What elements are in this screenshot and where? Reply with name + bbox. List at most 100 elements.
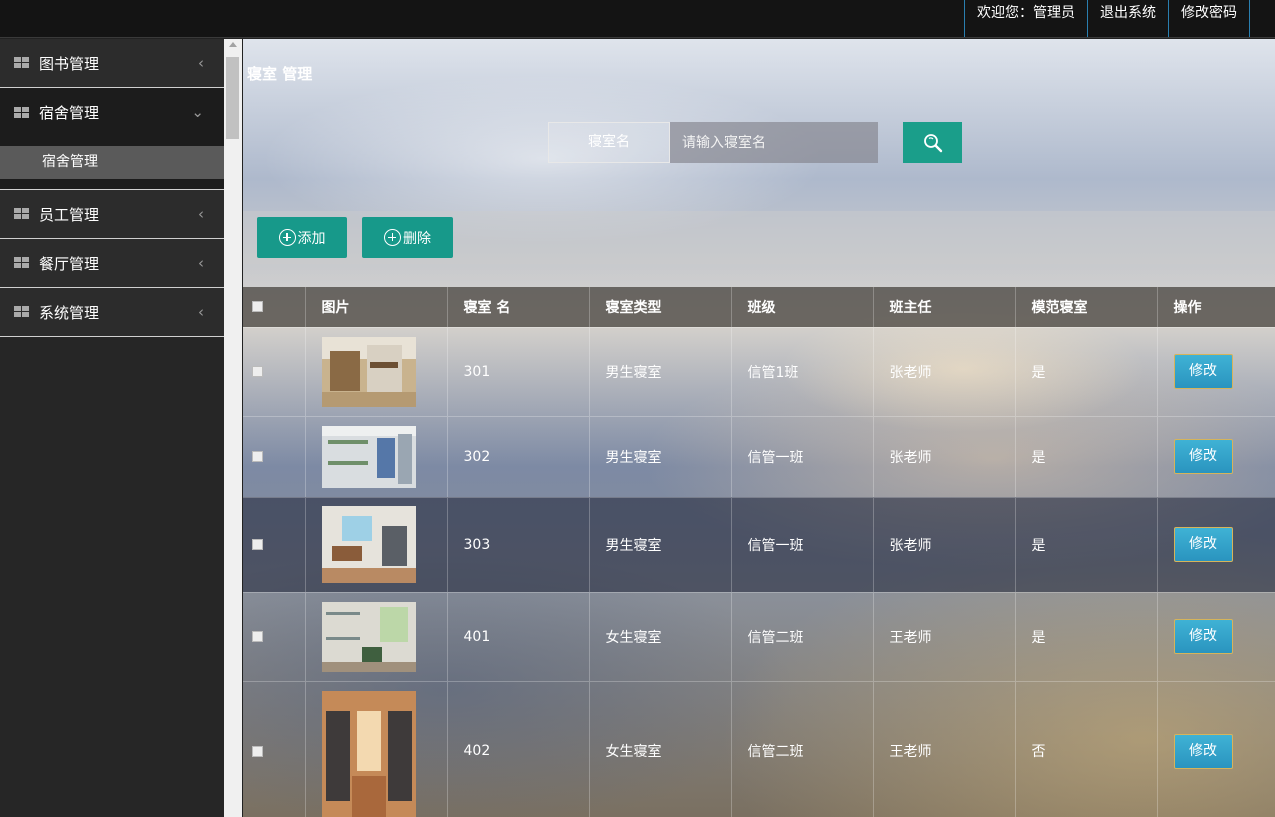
dorm-class: 信管一班: [730, 415, 873, 497]
dorm-model: 是: [1014, 591, 1157, 681]
dorm-model: 否: [1014, 680, 1157, 817]
dorm-class: 信管1班: [730, 326, 873, 416]
sidebar-item-label: 图书管理: [39, 54, 100, 73]
row-checkbox[interactable]: [252, 631, 263, 642]
sidebar: 图书管理 ‹ 宿舍管理 ⌄ 宿舍管理 员工管理 ‹ 餐厅管理 ‹ 系统管理 ‹: [0, 39, 224, 817]
dorm-class: 信管一班: [730, 496, 873, 592]
dorm-photo: [321, 336, 416, 407]
vertical-scrollbar[interactable]: [224, 39, 242, 817]
plus-circle-icon: [278, 229, 296, 246]
row-checkbox[interactable]: [252, 451, 263, 462]
dorm-type: 男生寝室: [588, 496, 731, 592]
edit-button[interactable]: 修改: [1173, 527, 1233, 562]
chevron-left-icon: ‹: [198, 254, 204, 272]
dorm-model: 是: [1014, 496, 1157, 592]
sidebar-item-staff[interactable]: 员工管理 ‹: [0, 190, 224, 239]
search-button[interactable]: [903, 122, 962, 163]
grid-icon: [14, 106, 29, 119]
dorm-teacher: 王老师: [872, 591, 1015, 681]
column-header-model: 模范寝室: [1014, 287, 1157, 327]
dorm-type: 男生寝室: [588, 415, 731, 497]
action-toolbar: 添加 删除: [243, 211, 1275, 264]
dorm-type: 男生寝室: [588, 326, 731, 416]
grid-icon: [14, 208, 29, 220]
change-password-link[interactable]: 修改密码: [1168, 0, 1250, 37]
edit-button[interactable]: 修改: [1173, 439, 1233, 474]
dorm-teacher: 张老师: [872, 326, 1015, 416]
dorm-type: 女生寝室: [588, 591, 731, 681]
chevron-left-icon: ‹: [198, 205, 204, 223]
dorm-photo: [321, 601, 416, 672]
edit-button[interactable]: 修改: [1173, 354, 1233, 389]
dorm-name: 302: [446, 415, 589, 497]
dorm-name: 401: [446, 591, 589, 681]
column-header-name: 寝室 名: [446, 287, 589, 327]
scroll-up-arrow-icon[interactable]: [229, 42, 237, 47]
add-button[interactable]: 添加: [257, 217, 347, 258]
chevron-down-icon: ⌄: [191, 103, 204, 121]
dorm-teacher: 王老师: [872, 680, 1015, 817]
dorm-type: 女生寝室: [588, 680, 731, 817]
dorm-class: 信管二班: [730, 680, 873, 817]
sidebar-item-books[interactable]: 图书管理 ‹: [0, 39, 224, 88]
dorm-name: 402: [446, 680, 589, 817]
sidebar-item-label: 宿舍管理: [39, 104, 100, 122]
table-row: 302 男生寝室 信管一班 张老师 是 修改: [243, 415, 1275, 497]
dorm-photo: [321, 506, 416, 583]
select-all-checkbox[interactable]: [252, 301, 263, 313]
top-bar: 欢迎您：管理员 退出系统 修改密码: [0, 0, 1275, 38]
sidebar-item-label: 员工管理: [39, 205, 100, 224]
edit-button[interactable]: 修改: [1173, 733, 1233, 769]
dorm-teacher: 张老师: [872, 496, 1015, 592]
sidebar-item-label: 系统管理: [39, 303, 100, 322]
scroll-thumb[interactable]: [226, 57, 239, 139]
search-label: 寝室名: [548, 122, 670, 163]
table-row: 301 男生寝室 信管1班 张老师 是 修改: [243, 326, 1275, 416]
sidebar-item-canteen[interactable]: 餐厅管理 ‹: [0, 239, 224, 288]
grid-icon: [14, 257, 29, 269]
dorm-model: 是: [1014, 415, 1157, 497]
table-row: 402 女生寝室 信管二班 王老师 否 修改: [243, 680, 1275, 817]
search-icon: [923, 133, 942, 152]
sidebar-submenu-dorms: 宿舍管理: [0, 137, 224, 190]
add-button-label: 添加: [297, 230, 326, 247]
top-links: 欢迎您：管理员 退出系统 修改密码: [964, 0, 1250, 37]
dorm-teacher: 张老师: [872, 415, 1015, 497]
delete-button-label: 删除: [403, 230, 431, 247]
row-checkbox[interactable]: [252, 539, 263, 550]
table-header-row: 图片 寝室 名 寝室类型 班级 班主任 模范寝室 操作: [243, 287, 1275, 327]
chevron-left-icon: ‹: [198, 303, 204, 321]
logout-link[interactable]: 退出系统: [1087, 0, 1168, 37]
delete-button[interactable]: 删除: [362, 217, 453, 258]
column-header-class: 班级: [730, 287, 873, 327]
welcome-text: 欢迎您：管理员: [964, 0, 1087, 37]
dorm-photo: [321, 425, 416, 488]
plus-circle-icon: [384, 229, 401, 246]
row-checkbox[interactable]: [252, 366, 263, 377]
grid-icon: [14, 306, 29, 318]
dorm-name: 303: [446, 496, 589, 592]
grid-icon: [14, 57, 29, 69]
column-header-type: 寝室类型: [588, 287, 731, 327]
search-bar: 寝室名: [548, 122, 878, 163]
sidebar-item-label: 餐厅管理: [39, 254, 100, 273]
dorm-table: 图片 寝室 名 寝室类型 班级 班主任 模范寝室 操作 301 男生寝室 信管1…: [243, 287, 1275, 817]
search-input[interactable]: [670, 122, 878, 163]
sidebar-subitem-dorm-management[interactable]: 宿舍管理: [0, 146, 224, 179]
dorm-name: 301: [446, 326, 589, 416]
dorm-model: 是: [1014, 326, 1157, 416]
edit-button[interactable]: 修改: [1173, 619, 1233, 654]
column-header-actions: 操作: [1156, 287, 1275, 327]
main-content: 寝室 管理 寝室名 添加 删除 图片 寝室 名: [243, 39, 1275, 817]
row-checkbox[interactable]: [252, 745, 263, 757]
column-header-teacher: 班主任: [872, 287, 1015, 327]
table-row: 401 女生寝室 信管二班 王老师 是 修改: [243, 591, 1275, 681]
column-header-image: 图片: [304, 287, 447, 327]
sidebar-item-dorms[interactable]: 宿舍管理 ⌄: [0, 88, 224, 137]
table-row: 303 男生寝室 信管一班 张老师 是 修改: [243, 496, 1275, 592]
sidebar-item-system[interactable]: 系统管理 ‹: [0, 288, 224, 337]
select-all-cell: [243, 287, 305, 327]
chevron-left-icon: ‹: [198, 54, 204, 72]
dorm-class: 信管二班: [730, 591, 873, 681]
page-title: 寝室 管理: [247, 65, 313, 83]
